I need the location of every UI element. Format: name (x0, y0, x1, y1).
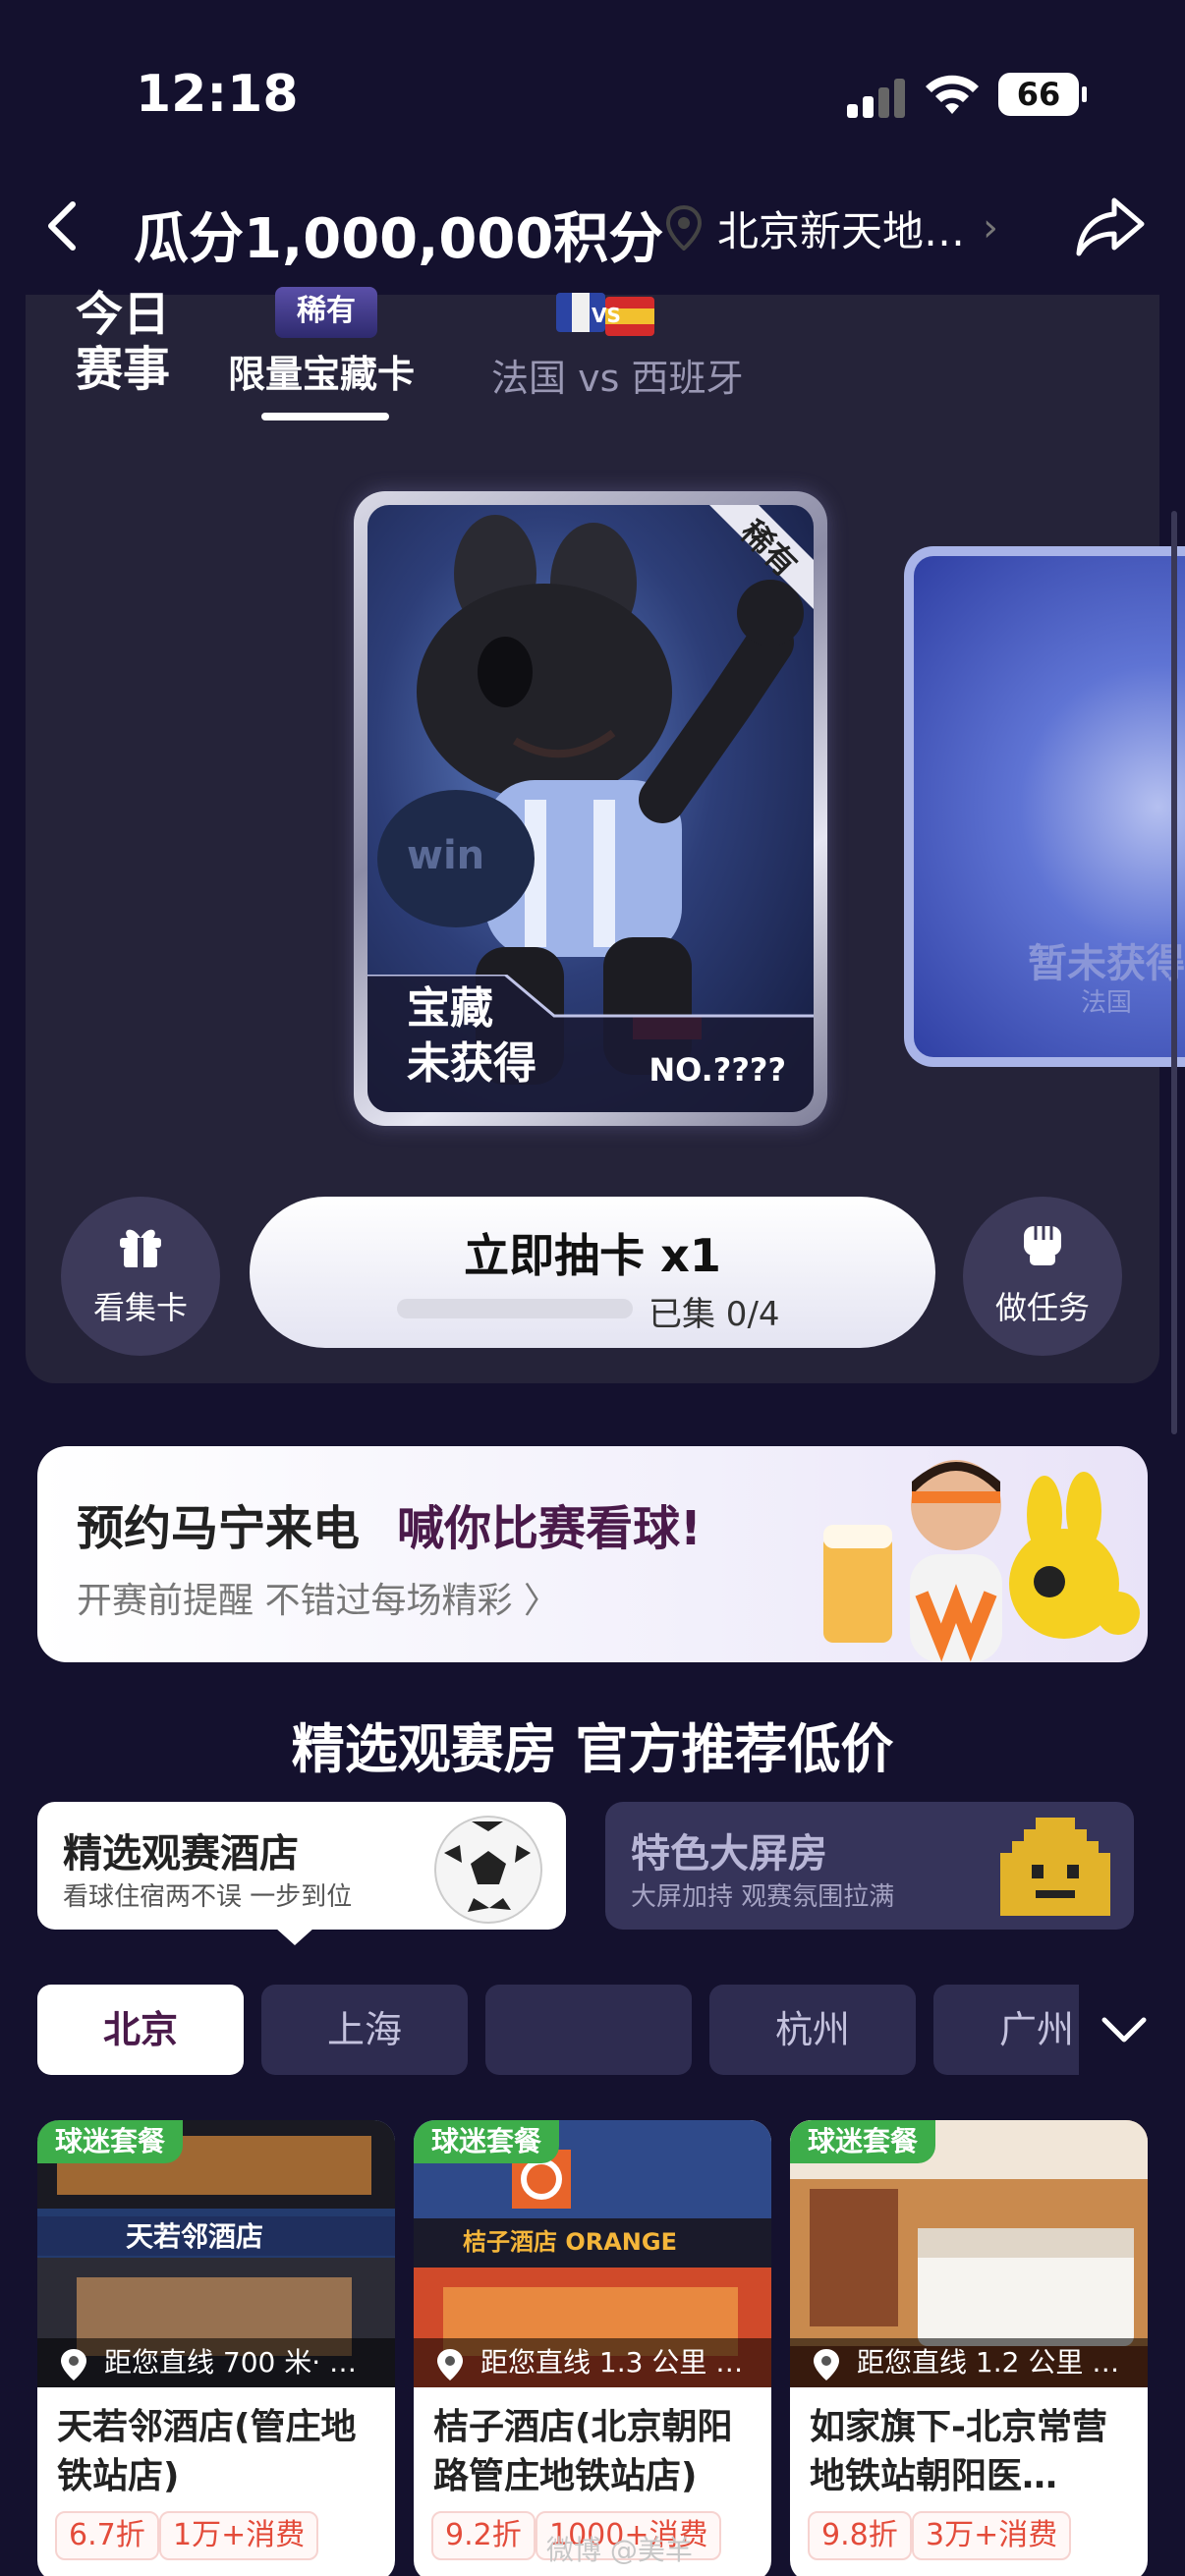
next-card[interactable]: 暂未获得 法国 (904, 546, 1185, 1067)
location-pin-icon (814, 2349, 839, 2380)
treasure-card-art: win 宝藏 未获得 NO.???? 稀有 (367, 505, 814, 1112)
tab-big-screen-subtitle: 大屏加持 观赛氛围拉满 (631, 1882, 895, 1912)
banner-title: 预约马宁来电 (77, 1501, 361, 1556)
fan-package-tag: 球迷套餐 (790, 2120, 936, 2163)
city-filter: 北京 上海 杭州 广州 (37, 1985, 1079, 2075)
wifi-icon (926, 75, 979, 114)
collection-progress-bar (397, 1299, 633, 1318)
city-tab-guangzhou[interactable]: 广州 (933, 1985, 1079, 2075)
draw-card-label: 立即抽卡 x1 (464, 1229, 721, 1282)
view-collection-button[interactable]: 看集卡 (61, 1197, 220, 1356)
hotel-card[interactable]: 桔子酒店 ORANGE 球迷套餐 距您直线 1.3 公里 … 桔子酒店(北京朝阳… (414, 2120, 771, 2576)
sales-chip: 3万+消费 (912, 2511, 1072, 2560)
card-status-title: 宝藏 (407, 983, 493, 1034)
hotel-distance: 距您直线 1.3 公里 … (414, 2338, 771, 2387)
rare-ribbon (709, 505, 814, 609)
tab-today-matches[interactable]: 今日 赛事 (69, 287, 177, 397)
tab-treasure-card[interactable]: 限量宝藏卡 (228, 344, 415, 398)
discount-chip: 9.2折 (431, 2511, 536, 2560)
hotel-sign: 桔子酒店 ORANGE (463, 2228, 677, 2256)
card-number: NO.???? (649, 1051, 786, 1089)
status-bar: 12:18 66 (0, 0, 1185, 187)
next-card-team: 法国 (1081, 988, 1133, 1018)
hotel-sign: 天若邻酒店 (126, 2220, 263, 2253)
tab-featured-hotels-subtitle: 看球住宿两不误 一步到位 (63, 1882, 353, 1912)
card-status-text: 未获得 (407, 1038, 536, 1089)
tab-featured-hotels-title: 精选观赛酒店 (63, 1831, 299, 1876)
fan-package-tag: 球迷套餐 (37, 2120, 184, 2163)
scrollbar[interactable] (1171, 511, 1177, 1434)
sales-chip: 1万+消费 (159, 2511, 319, 2560)
city-tab-beijing[interactable]: 北京 (37, 1985, 244, 2075)
location-pin-icon (61, 2349, 86, 2380)
draw-card-button[interactable]: 立即抽卡 x1 已集 0/4 (250, 1197, 935, 1348)
gift-icon (120, 1229, 161, 1267)
hotel-name: 如家旗下-北京常营地铁站朝阳医… (810, 2407, 1107, 2496)
location-pin-icon (437, 2349, 463, 2380)
location-text: 北京新天地… (717, 206, 966, 255)
treasure-card[interactable]: win 宝藏 未获得 NO.???? 稀有 (354, 491, 827, 1126)
city-tab-hangzhou[interactable]: 杭州 (709, 1985, 916, 2075)
flag-vs-text: VS (592, 304, 621, 327)
city-tab-shanghai[interactable]: 上海 (261, 1985, 468, 2075)
status-time: 12:18 (136, 65, 299, 124)
reservation-banner[interactable]: 预约马宁来电 喊你比赛看球! 开赛前提醒 不错过每场精彩 〉 (37, 1446, 1148, 1662)
chevron-down-icon[interactable] (1099, 2010, 1150, 2049)
do-task-button[interactable]: 做任务 (963, 1197, 1122, 1356)
discount-chip: 9.8折 (808, 2511, 912, 2560)
banner-title-highlight: 喊你比赛看球! (397, 1501, 702, 1556)
city-tab-blurred[interactable] (485, 1985, 692, 2075)
back-arrow-icon[interactable] (39, 196, 88, 255)
hotel-distance: 距您直线 700 米· … (37, 2338, 395, 2387)
banner-subtitle: 开赛前提醒 不错过每场精彩 〉 (77, 1581, 559, 1621)
do-task-label: 做任务 (994, 1289, 1090, 1326)
soccer-ball-icon (434, 1816, 542, 1924)
hotel-card[interactable]: 天若邻酒店 球迷套餐 距您直线 700 米· … 天若邻酒店(管庄地铁站店) 6… (37, 2120, 395, 2576)
collection-progress-text: 已集 0/4 (649, 1295, 780, 1334)
tab-pointer (275, 1928, 314, 1945)
location-selector[interactable]: 北京新天地… › (664, 202, 999, 255)
mascot-beer-illustration (823, 1460, 1140, 1662)
svg-text:win: win (407, 833, 484, 878)
watermark: 微博 @美羊 (546, 2534, 693, 2566)
signal-icon (847, 77, 906, 118)
share-icon[interactable] (1075, 195, 1146, 259)
view-collection-label: 看集卡 (92, 1289, 188, 1326)
hotel-distance: 距您直线 1.2 公里 … (790, 2338, 1148, 2387)
tab-match-france-spain[interactable]: 法国 vs 西班牙 (491, 348, 743, 402)
next-card-status: 暂未获得 (1028, 941, 1185, 986)
tab-big-screen-title: 特色大屏房 (631, 1831, 827, 1876)
rare-badge: 稀有 (275, 287, 377, 338)
tab-active-indicator (261, 413, 389, 420)
hotel-card[interactable]: 球迷套餐 距您直线 1.2 公里 … 如家旗下-北京常营地铁站朝阳医… 9.8折… (790, 2120, 1148, 2576)
section-title: 精选观赛房 官方推荐低价 (291, 1718, 894, 1780)
fan-package-tag: 球迷套餐 (414, 2120, 560, 2163)
france-spain-flag-icon: VS (556, 293, 654, 336)
hotel-name: 桔子酒店(北京朝阳路管庄地铁站店) (433, 2407, 733, 2496)
pixel-smiley-icon (1000, 1818, 1110, 1916)
location-pin-icon (665, 205, 703, 251)
page-title: 瓜分1,000,000积分 (134, 207, 664, 271)
fist-icon (1024, 1226, 1061, 1265)
hotel-name: 天若邻酒店(管庄地铁站店) (57, 2407, 357, 2496)
chevron-right-icon: › (983, 205, 999, 251)
battery-icon: 66 (998, 73, 1087, 116)
discount-chip: 6.7折 (55, 2511, 159, 2560)
